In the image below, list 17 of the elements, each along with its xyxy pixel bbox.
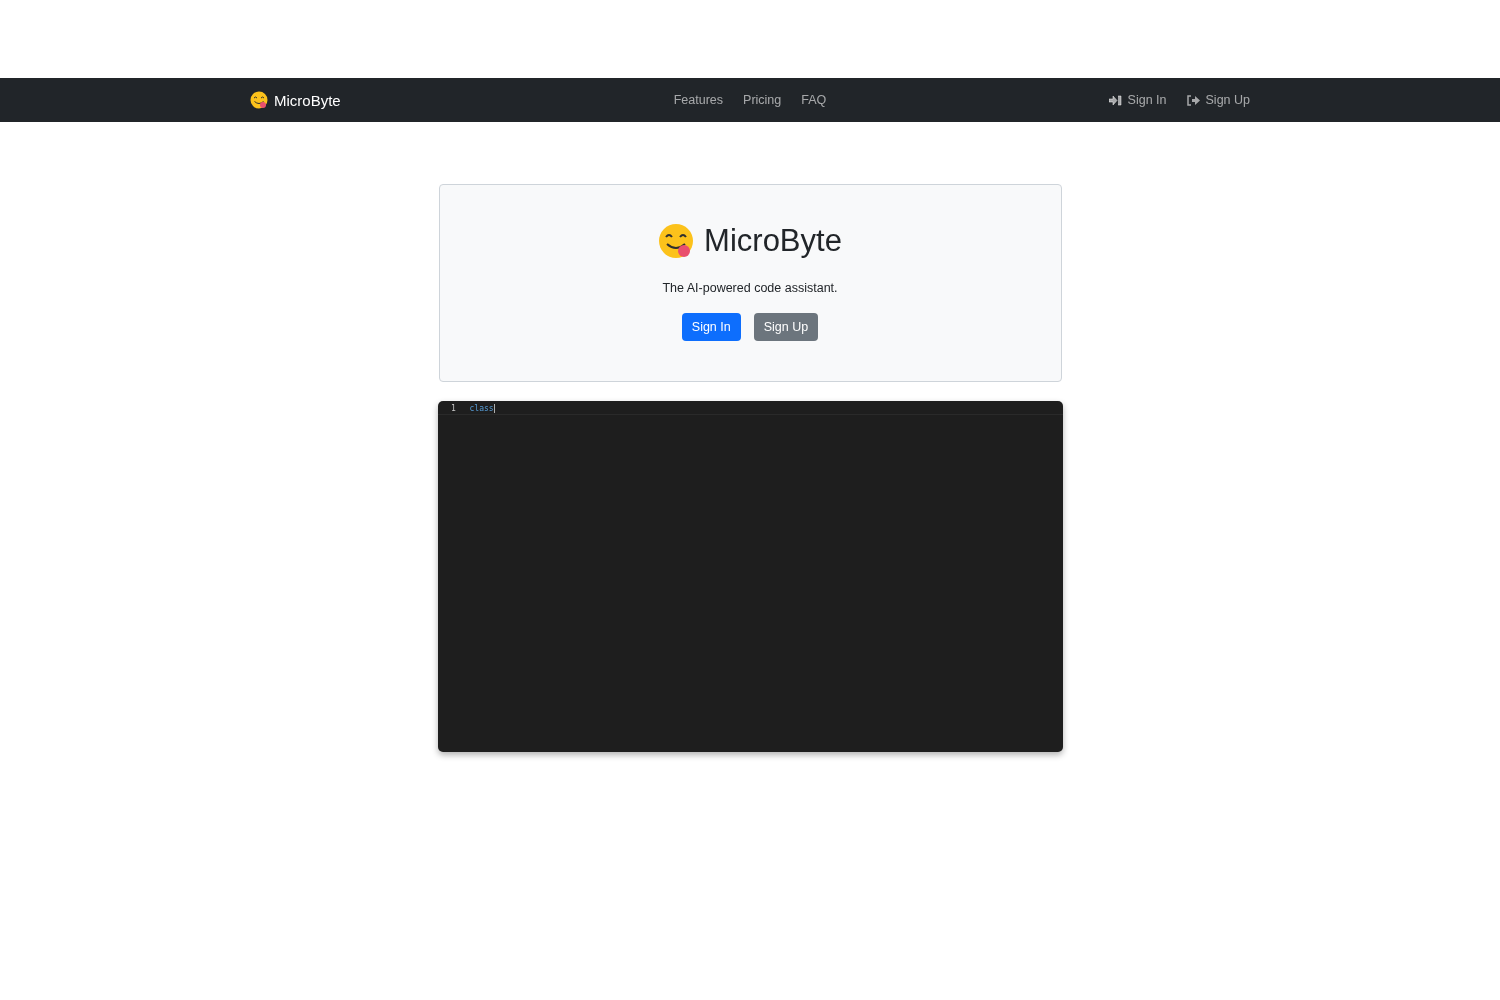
line-number: 1 bbox=[450, 403, 457, 413]
sign-in-icon bbox=[1108, 94, 1122, 106]
nav-action-link[interactable]: Sign In bbox=[1108, 93, 1167, 107]
smiley-icon bbox=[658, 223, 695, 259]
sign-in-button[interactable]: Sign In bbox=[681, 313, 741, 341]
code-text: class bbox=[469, 403, 495, 413]
code-editor[interactable]: 1 class bbox=[437, 401, 1063, 752]
tagline: The AI-powered code assistant. bbox=[662, 281, 838, 295]
nav-link[interactable]: Features bbox=[673, 93, 724, 107]
sign-up-button[interactable]: Sign Up bbox=[753, 313, 819, 341]
hero-title: MicroByte bbox=[704, 223, 842, 259]
nav-link[interactable]: Pricing bbox=[743, 93, 782, 107]
smiley-icon bbox=[250, 91, 268, 109]
nav-action-link[interactable]: Sign Up bbox=[1186, 93, 1250, 107]
sign-out-icon bbox=[1186, 94, 1200, 106]
brand-link[interactable]: MicroByte bbox=[250, 91, 674, 109]
nav-link[interactable]: FAQ bbox=[801, 93, 827, 107]
